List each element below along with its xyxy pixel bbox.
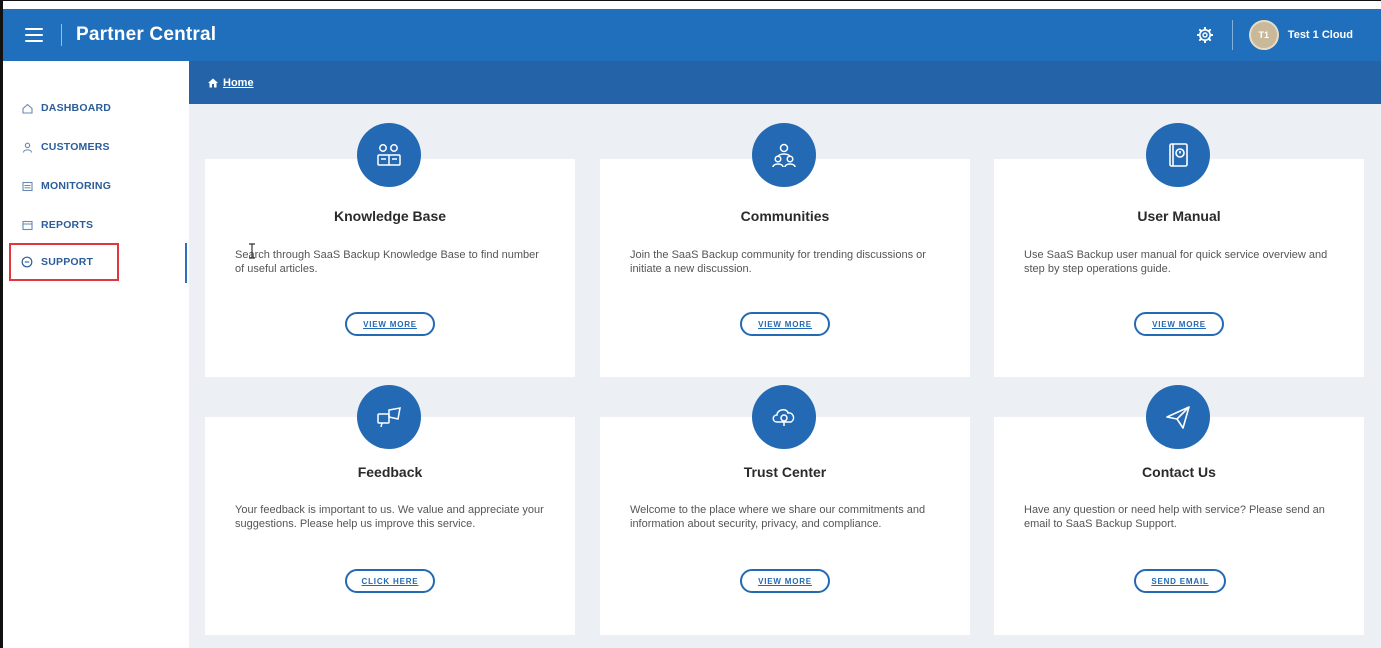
text-cursor-icon: [249, 243, 255, 259]
topbar-right: T1 Test 1 Cloud: [1194, 9, 1381, 61]
card-title: User Manual: [1137, 208, 1221, 224]
sidebar: DASHBOARD CUSTOMERS MONITORING REPORTS S…: [3, 61, 187, 648]
dashboard-icon: [21, 102, 33, 114]
topbar-divider-right: [1231, 20, 1233, 50]
card-description: Welcome to the place where we share our …: [630, 504, 926, 530]
communities-icon: [752, 123, 816, 187]
communities-card: Communities Join the SaaS Backup communi…: [600, 159, 970, 377]
avatar[interactable]: T1: [1248, 20, 1279, 50]
user-manual-icon: [1146, 123, 1210, 187]
breadcrumb: Home: [189, 61, 1381, 104]
support-content: Knowledge Base Search through SaaS Backu…: [189, 104, 1381, 648]
user-icon: [21, 141, 33, 153]
app-window: Partner Central T1 Test 1 Cloud DASHBOAR…: [0, 0, 1381, 648]
top-bar: Partner Central T1 Test 1 Cloud: [3, 9, 1381, 61]
sidebar-item-label: CUSTOMERS: [41, 141, 110, 153]
knowledge-base-icon: [357, 123, 421, 187]
contact-us-send-email-button[interactable]: SEND EMAIL: [1134, 569, 1226, 593]
knowledge-base-card: Knowledge Base Search through SaaS Backu…: [205, 159, 575, 377]
card-title: Trust Center: [743, 464, 827, 480]
active-indicator: [185, 243, 187, 283]
user-name[interactable]: Test 1 Cloud: [1288, 29, 1353, 41]
feedback-card: Feedback Your feedback is important to u…: [205, 417, 575, 635]
user-manual-card: User Manual Use SaaS Backup user manual …: [994, 159, 1364, 377]
card-description: Your feedback is important to us. We val…: [235, 504, 544, 530]
sidebar-item-label: REPORTS: [41, 219, 94, 231]
sidebar-item-support[interactable]: SUPPORT: [9, 243, 119, 281]
knowledge-base-view-more-button[interactable]: VIEW MORE: [345, 312, 435, 336]
sidebar-item-dashboard[interactable]: DASHBOARD: [9, 89, 119, 127]
contact-us-card: Contact Us Have any question or need hel…: [994, 417, 1364, 635]
settings-icon[interactable]: [1194, 24, 1216, 46]
report-icon: [21, 219, 33, 231]
sidebar-item-label: SUPPORT: [41, 256, 94, 268]
paper-plane-icon: [1146, 385, 1210, 449]
feedback-click-here-button[interactable]: CLICK HERE: [345, 569, 435, 593]
card-title: Communities: [740, 208, 830, 224]
card-description: Search through SaaS Backup Knowledge Bas…: [235, 249, 539, 275]
topbar-divider: [61, 24, 62, 46]
monitor-icon: [21, 180, 33, 192]
sidebar-item-reports[interactable]: REPORTS: [9, 206, 119, 244]
trust-center-view-more-button[interactable]: VIEW MORE: [740, 569, 830, 593]
communities-view-more-button[interactable]: VIEW MORE: [740, 312, 830, 336]
user-manual-view-more-button[interactable]: VIEW MORE: [1134, 312, 1224, 336]
hamburger-icon[interactable]: [25, 28, 43, 42]
feedback-icon: [357, 385, 421, 449]
trust-center-icon: [752, 385, 816, 449]
card-description: Have any question or need help with serv…: [1024, 504, 1325, 530]
breadcrumb-home-link[interactable]: Home: [223, 77, 254, 89]
sidebar-item-customers[interactable]: CUSTOMERS: [9, 128, 119, 166]
sidebar-item-label: MONITORING: [41, 180, 112, 192]
app-title: Partner Central: [76, 24, 217, 45]
sidebar-item-label: DASHBOARD: [41, 102, 112, 114]
trust-center-card: Trust Center Welcome to the place where …: [600, 417, 970, 635]
card-description: Use SaaS Backup user manual for quick se…: [1024, 249, 1328, 275]
card-description: Join the SaaS Backup community for trend…: [630, 249, 926, 275]
card-title: Knowledge Base: [333, 208, 447, 224]
chat-icon: [21, 256, 33, 268]
home-icon: [208, 78, 218, 87]
card-title: Contact Us: [1142, 464, 1216, 480]
card-title: Feedback: [357, 464, 423, 480]
sidebar-item-monitoring[interactable]: MONITORING: [9, 167, 119, 205]
